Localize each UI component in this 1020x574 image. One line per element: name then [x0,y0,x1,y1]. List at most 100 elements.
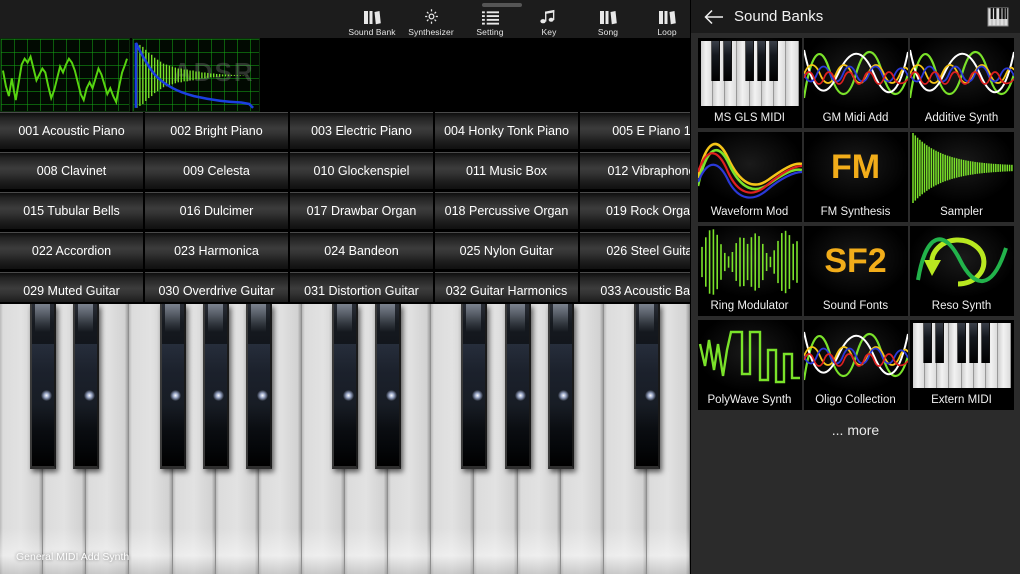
instrument-button[interactable]: 012 Vibraphone [580,152,690,190]
instrument-button[interactable]: 019 Rock Organ [580,192,690,230]
mini-black-key [744,41,754,82]
key-specular-highlight [256,390,268,401]
multi-wave-art [803,331,908,381]
instrument-button[interactable]: 023 Harmonica [145,232,288,270]
sound-bank-tile[interactable]: Reso Synth [909,226,1014,316]
mini-black-key [934,323,944,364]
tile-artwork [697,226,802,297]
sound-bank-tile[interactable]: SF2 Sound Fonts [803,226,908,316]
key-sheen [32,344,55,464]
instrument-button[interactable]: 026 Steel Guitar [580,232,690,270]
piano-black-key[interactable] [504,304,531,469]
piano-black-key[interactable] [332,304,358,469]
sound-bank-tile[interactable]: Waveform Mod [697,132,802,222]
instrument-button[interactable]: 004 Honky Tonk Piano [435,112,578,150]
mini-black-key [768,41,778,82]
piano-black-key[interactable] [159,304,186,469]
instrument-button[interactable]: 030 Overdrive Guitar [145,272,288,302]
tile-label: Additive Synth [909,109,1014,128]
mini-black-key [710,41,720,82]
tile-label: Sound Fonts [803,297,908,316]
key-sheen [161,344,184,464]
toolbar-label: Key [541,27,557,37]
mini-black-key [722,41,732,82]
piano-black-key[interactable] [461,304,488,469]
sound-bank-tile[interactable]: Ring Modulator [697,226,802,316]
sound-bank-tile[interactable]: Extern MIDI [909,320,1014,410]
sound-bank-tile[interactable]: Oligo Collection [803,320,908,410]
piano-black-key[interactable] [202,304,229,469]
instrument-button[interactable]: 024 Bandeon [290,232,433,270]
key-gloss [552,304,568,332]
more-link[interactable]: ... more [691,422,1020,438]
tile-big-text: FM [830,148,881,186]
instrument-button[interactable]: 018 Percussive Organ [435,192,578,230]
instrument-button[interactable]: 017 Drawbar Organ [290,192,433,230]
sound-bank-tile[interactable]: FM FM Synthesis [803,132,908,222]
piano-black-key[interactable] [73,304,100,469]
instrument-button[interactable]: 022 Accordion [0,232,143,270]
sound-bank-tile[interactable]: MS GLS MIDI [697,38,802,128]
key-sheen [75,344,98,464]
tile-artwork [803,38,908,109]
key-gloss [207,304,223,332]
piano-keyboard[interactable]: General MIDI Add Synth [0,304,690,574]
instrument-button[interactable]: 032 Guitar Harmonics [435,272,578,302]
waveform-scope[interactable] [0,38,130,112]
tile-big-text: SF2 [824,242,887,280]
instrument-button[interactable]: 016 Dulcimer [145,192,288,230]
sound-bank-tile[interactable]: Additive Synth [909,38,1014,128]
instrument-button[interactable]: 011 Music Box [435,152,578,190]
waveform-trace [2,53,128,106]
piano-keyboard-icon[interactable] [986,7,1010,27]
instrument-button[interactable]: 002 Bright Piano [145,112,288,150]
sound-bank-tile[interactable]: Sampler [909,132,1014,222]
key-sheen [204,344,227,464]
panel-title: Sound Banks [734,8,824,25]
gear-icon [423,8,440,25]
toolbar-label: Synthesizer [408,27,454,37]
tile-label: PolyWave Synth [697,391,802,410]
mini-black-key [956,323,966,364]
tile-artwork [909,226,1014,297]
tile-label: Reso Synth [909,297,1014,316]
panel-header: Sound Banks [691,0,1020,33]
tile-label: Oligo Collection [803,391,908,410]
piano-black-key[interactable] [547,304,574,469]
sound-bank-tile[interactable]: GM Midi Add [803,38,908,128]
instrument-button[interactable]: 029 Muted Guitar [0,272,143,302]
piano-black-key[interactable] [245,304,272,469]
back-arrow-icon[interactable] [703,6,725,28]
current-sound-label: General MIDI Add Synth [16,551,130,563]
instrument-button[interactable]: 031 Distortion Guitar [290,272,433,302]
instrument-button[interactable]: 005 E Piano 1 [580,112,690,150]
instrument-button[interactable]: 025 Nylon Guitar [435,232,578,270]
key-gloss [380,304,396,332]
key-sheen [334,344,356,464]
envelope-burst [134,42,254,109]
books-icon [658,8,677,25]
instrument-button[interactable]: 009 Celesta [145,152,288,190]
instrument-button[interactable]: 008 Clavinet [0,152,143,190]
sound-bank-tiles: MS GLS MIDI GM Midi Add Additive Synth Wave… [691,33,1020,410]
key-specular-highlight [644,390,656,401]
poly-wave-art [698,330,800,384]
sound-bank-tile[interactable]: PolyWave Synth [697,320,802,410]
piano-black-key[interactable] [375,304,402,469]
piano-black-key[interactable] [30,304,57,469]
envelope-scope[interactable]: ADSR [132,38,260,112]
sound-banks-panel: Sound Banks MS GLS MIDI GM Midi Add Addi… [690,0,1020,574]
instrument-button[interactable]: 001 Acoustic Piano [0,112,143,150]
mini-white-key [998,323,1011,388]
instrument-button[interactable]: 010 Glockenspiel [290,152,433,190]
list-icon [481,8,499,25]
tile-artwork: FM [803,132,908,203]
instrument-button[interactable]: 033 Acoustic Bass [580,272,690,302]
piano-black-key[interactable] [633,304,660,469]
window-drag-handle[interactable] [482,3,522,7]
tile-artwork [803,320,908,391]
instrument-button[interactable]: 015 Tubular Bells [0,192,143,230]
key-sheen [463,344,486,464]
toolbar-label: Setting [476,27,504,37]
instrument-button[interactable]: 003 Electric Piano [290,112,433,150]
